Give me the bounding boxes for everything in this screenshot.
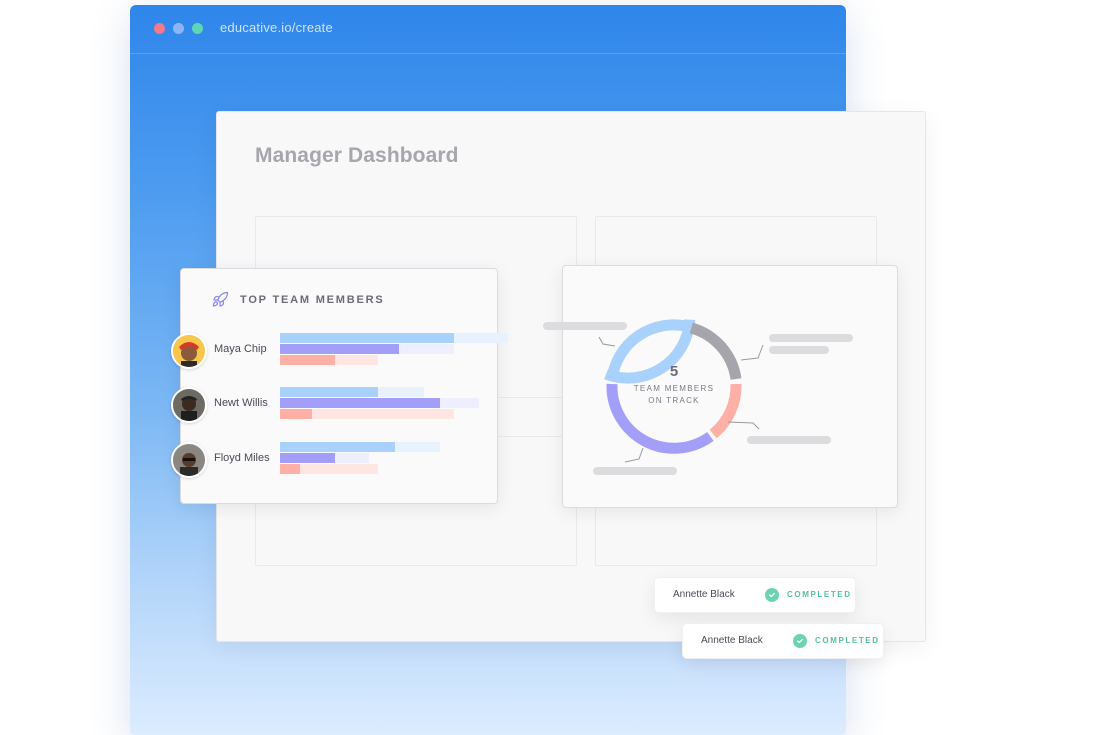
member-name: Maya Chip (214, 343, 267, 355)
leader-line (727, 421, 760, 430)
progress-bar-purple (280, 453, 335, 463)
leader-line (598, 336, 616, 347)
label-placeholder (769, 334, 853, 342)
status-badge: COMPLETED (815, 636, 880, 645)
progress-bar-salmon (280, 409, 312, 419)
on-track-caption-line1: TEAM MEMBERS (633, 384, 715, 393)
label-placeholder (543, 322, 627, 330)
progress-bar-blue (280, 387, 378, 397)
page-title: Manager Dashboard (255, 144, 459, 167)
check-icon (793, 634, 807, 648)
label-placeholder (593, 467, 677, 475)
completion-toast[interactable]: Annette Black COMPLETED (654, 577, 856, 613)
minimize-window-dot[interactable] (173, 23, 184, 34)
member-name: Floyd Miles (214, 452, 270, 464)
team-member-row[interactable]: Floyd Miles (171, 442, 501, 482)
toast-member-name: Annette Black (701, 635, 763, 646)
avatar (171, 387, 207, 423)
on-track-count: 5 (669, 363, 679, 380)
browser-toolbar: educative.io/create (130, 5, 846, 54)
close-window-dot[interactable] (154, 23, 165, 34)
avatar (171, 333, 207, 369)
leader-line (624, 447, 644, 463)
label-placeholder (747, 436, 831, 444)
address-bar-url[interactable]: educative.io/create (220, 20, 333, 35)
donut-center-label: 5 TEAM MEMBERS ON TRACK (624, 363, 724, 407)
status-badge: COMPLETED (787, 590, 852, 599)
completion-toast[interactable]: Annette Black COMPLETED (682, 623, 884, 659)
progress-bar-blue (280, 442, 395, 452)
check-icon (765, 588, 779, 602)
card-title: TOP TEAM MEMBERS (240, 294, 385, 306)
member-name: Newt Willis (214, 397, 268, 409)
team-member-row[interactable]: Maya Chip (171, 333, 508, 373)
progress-bar-purple (280, 344, 399, 354)
on-track-caption-line2: ON TRACK (648, 396, 700, 405)
top-team-members-card: TOP TEAM MEMBERS Maya Chip Newt Willis F… (171, 268, 508, 504)
leader-line (740, 344, 764, 361)
progress-bar-salmon (280, 464, 300, 474)
card-header: TOP TEAM MEMBERS (211, 291, 385, 309)
maximize-window-dot[interactable] (192, 23, 203, 34)
team-member-row[interactable]: Newt Willis (171, 387, 501, 427)
rocket-icon (212, 291, 229, 307)
progress-bar-blue (280, 333, 454, 343)
avatar (171, 442, 207, 478)
progress-bar-purple (280, 398, 440, 408)
progress-bar-salmon (280, 355, 335, 365)
toast-member-name: Annette Black (673, 589, 735, 600)
label-placeholder (769, 346, 829, 354)
team-on-track-card: 5 TEAM MEMBERS ON TRACK (543, 265, 898, 508)
